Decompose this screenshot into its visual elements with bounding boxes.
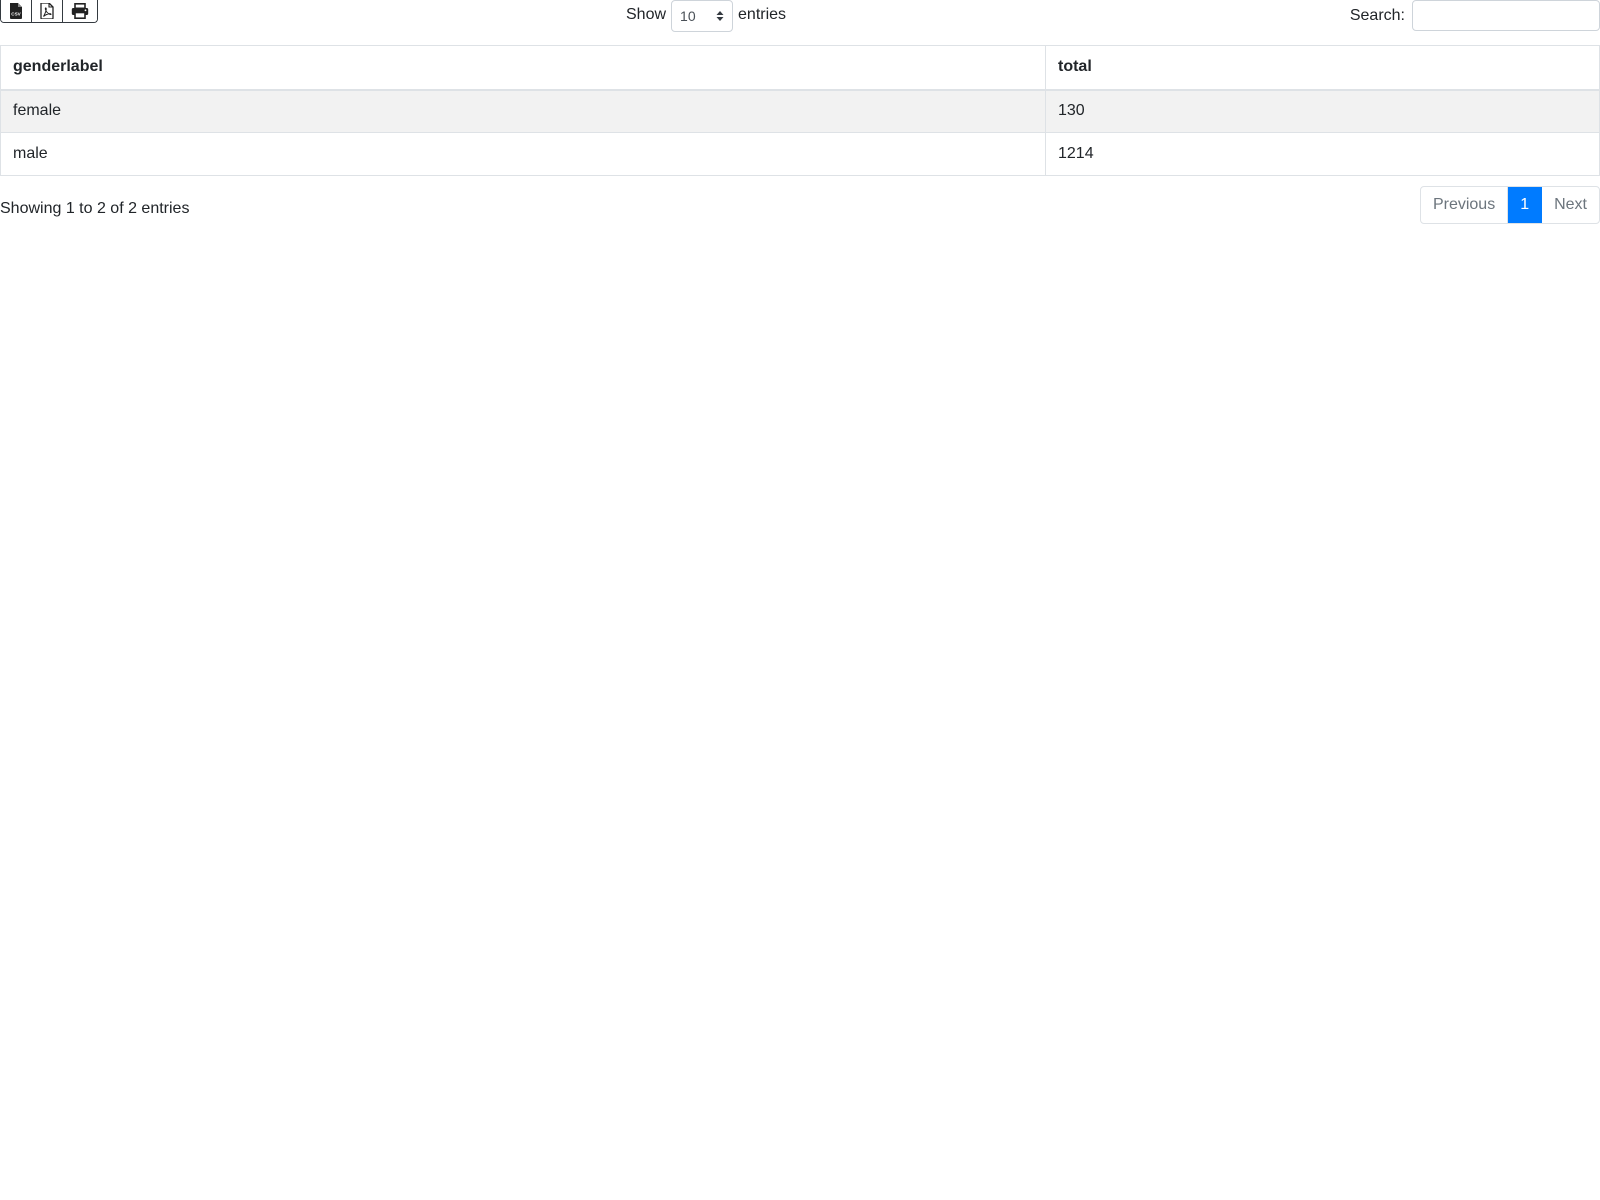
search-input[interactable]	[1412, 0, 1600, 31]
table-cell: female	[0, 89, 1046, 133]
page-length-value: 10	[680, 8, 696, 24]
export-toolbar: CSV	[0, 0, 98, 23]
table-cell: 1214	[1045, 132, 1600, 176]
svg-text:CSV: CSV	[11, 12, 21, 17]
table-row: male 1214	[0, 132, 1600, 176]
sort-arrows-icon	[716, 11, 724, 21]
table-row: female 130	[0, 89, 1600, 133]
table-cell: male	[0, 132, 1046, 176]
table-header-row: genderlabel total	[0, 45, 1600, 91]
csv-export-button[interactable]: CSV	[1, 0, 32, 22]
csv-file-icon: CSV	[10, 3, 22, 19]
search-label: Search:	[1349, 6, 1405, 24]
previous-page-button[interactable]: Previous	[1421, 187, 1509, 223]
data-table: genderlabel total female 130 male 1214	[0, 45, 1600, 176]
page-1-button[interactable]: 1	[1508, 187, 1543, 223]
column-header-genderlabel[interactable]: genderlabel	[0, 45, 1046, 91]
search-control: Search:	[1350, 0, 1600, 31]
pdf-file-icon	[40, 3, 54, 19]
print-button[interactable]	[63, 0, 97, 22]
next-page-button[interactable]: Next	[1542, 187, 1599, 223]
length-suffix-label: entries	[738, 6, 787, 23]
table-cell: 130	[1045, 89, 1600, 133]
page-length-control: Show 10 entries	[626, 0, 787, 32]
column-header-total[interactable]: total	[1045, 45, 1600, 91]
pdf-export-button[interactable]	[32, 0, 63, 22]
print-icon	[71, 3, 89, 19]
table-info: Showing 1 to 2 of 2 entries	[0, 200, 190, 217]
page-length-select[interactable]: 10	[671, 0, 734, 32]
pagination: Previous 1 Next	[1419, 186, 1600, 224]
length-prefix-label: Show	[626, 6, 667, 23]
